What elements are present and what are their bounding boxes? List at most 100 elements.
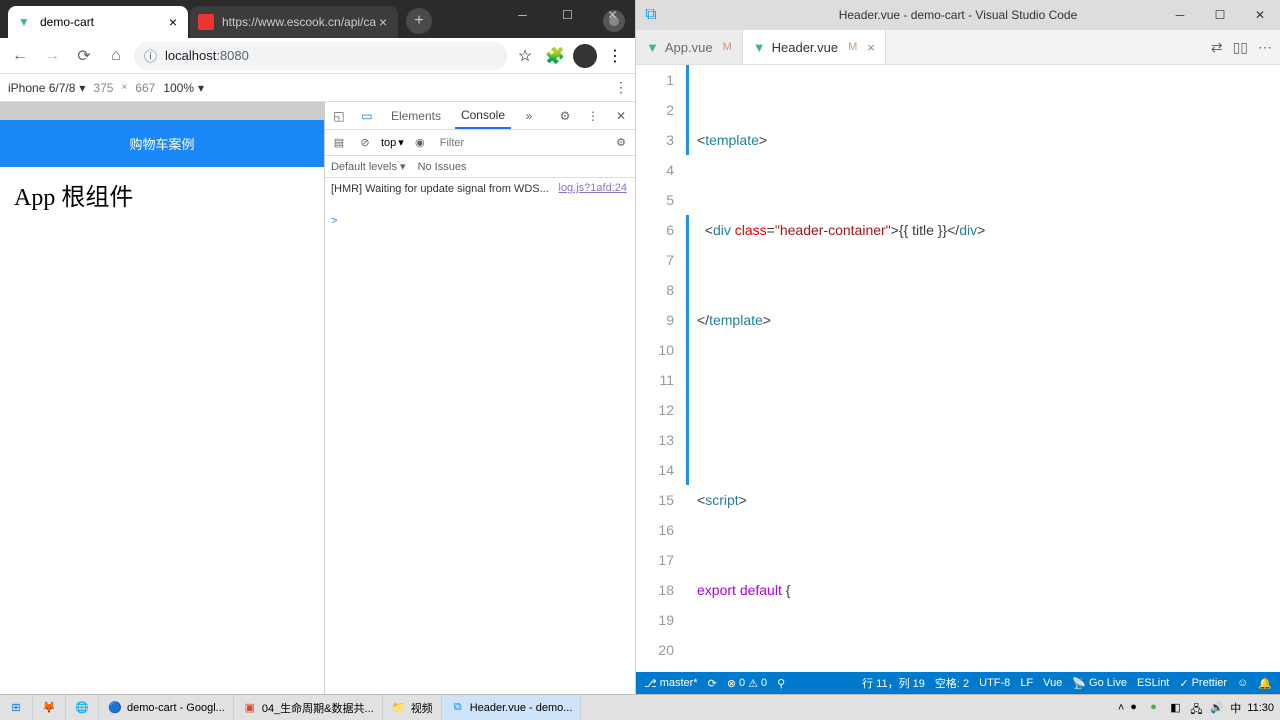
close-button[interactable]: ✕ <box>1240 0 1280 30</box>
tray-icon[interactable]: ● <box>1130 701 1144 715</box>
more-actions-icon[interactable]: ⋯ <box>1258 39 1272 56</box>
broadcast-icon: 📡 <box>1072 677 1086 690</box>
ime-indicator[interactable]: 中 <box>1230 700 1241 716</box>
go-live-button[interactable]: 📡Go Live <box>1072 677 1127 690</box>
reload-button[interactable]: ⟳ <box>70 42 98 70</box>
taskbar-app[interactable]: 🦊 <box>33 695 66 720</box>
avatar[interactable] <box>571 42 599 70</box>
context-select[interactable]: top ▾ <box>381 136 404 149</box>
console-prompt[interactable]: > <box>331 215 629 227</box>
code-content[interactable]: <template> <div class="header-container"… <box>689 65 1280 672</box>
device-width[interactable]: 375 <box>93 81 113 95</box>
split-editor-icon[interactable]: ▯▯ <box>1233 39 1248 56</box>
inspect-icon[interactable]: ◱ <box>329 106 349 126</box>
cursor-position[interactable]: 行 11，列 19 <box>862 675 925 691</box>
clear-console-icon[interactable]: ⊘ <box>355 133 375 153</box>
tray-expand-icon[interactable]: ˄ <box>1118 702 1124 714</box>
device-height[interactable]: 667 <box>135 81 155 95</box>
browser-tab-active[interactable]: ▼ demo-cart × <box>8 6 188 38</box>
feedback-icon[interactable]: ☺ <box>1237 677 1248 689</box>
indent-setting[interactable]: 空格: 2 <box>935 675 969 691</box>
tab-elements[interactable]: Elements <box>385 102 447 129</box>
vscode-statusbar: ⎇master* ⟳ ⊗0 ⚠0 ⚲ 行 11，列 19 空格: 2 UTF-8… <box>636 672 1280 694</box>
taskbar-powerpoint[interactable]: ▣04_生命周期&数据共... <box>234 695 383 720</box>
compare-icon[interactable]: ⇄ <box>1211 39 1223 56</box>
taskbar-app[interactable]: 🌐 <box>66 695 99 720</box>
system-tray: ˄ ● ● ◧ 🖧 🔊 中 11:30 <box>1118 700 1280 716</box>
line-gutter: 123456789101112131415161718192021 <box>636 65 686 672</box>
site-favicon <box>198 14 214 30</box>
tray-icon[interactable]: ● <box>1150 701 1164 715</box>
tab-console[interactable]: Console <box>455 102 511 129</box>
back-button[interactable]: ← <box>6 42 34 70</box>
sidebar-toggle-icon[interactable]: ▤ <box>329 133 349 153</box>
browser-tab-inactive[interactable]: https://www.escook.cn/api/ca × <box>190 6 398 38</box>
port-icon[interactable]: ⚲ <box>777 677 785 690</box>
chrome-toolbar: ← → ⟳ ⌂ ⓘ localhost:8080 ☆ 🧩 ⋮ <box>0 38 635 74</box>
chevron-down-icon: ▾ <box>398 136 404 149</box>
forward-button[interactable]: → <box>38 42 66 70</box>
home-button[interactable]: ⌂ <box>102 42 130 70</box>
taskbar-chrome[interactable]: 🔵demo-cart - Googl... <box>99 695 234 720</box>
console-output[interactable]: [HMR] Waiting for update signal from WDS… <box>325 178 635 694</box>
editor-tab-app[interactable]: ▼ App.vue M <box>636 30 743 64</box>
branch-icon: ⎇ <box>644 677 657 690</box>
new-tab-button[interactable]: + <box>406 8 432 34</box>
volume-icon[interactable]: 🔊 <box>1210 701 1224 715</box>
devtools-close-icon[interactable]: ✕ <box>611 106 631 126</box>
close-icon[interactable]: × <box>376 15 390 29</box>
taskbar-label: 视频 <box>411 700 433 716</box>
ppt-icon: ▣ <box>242 700 258 716</box>
notifications-icon[interactable]: 🔔 <box>1258 677 1272 690</box>
device-menu-icon[interactable]: ⋮ <box>607 74 635 102</box>
edge-icon: 🌐 <box>74 700 90 716</box>
language-mode[interactable]: Vue <box>1043 677 1062 689</box>
console-source-link[interactable]: log.js?1afd:24 <box>559 182 628 194</box>
address-bar[interactable]: ⓘ localhost:8080 <box>134 42 507 70</box>
encoding[interactable]: UTF-8 <box>979 677 1010 689</box>
url-host: localhost <box>165 48 216 63</box>
editor-tabs: ▼ App.vue M ▼ Header.vue M × ⇄ ▯▯ ⋯ <box>636 30 1280 65</box>
device-toggle-icon[interactable]: ▭ <box>357 106 377 126</box>
taskbar-folder[interactable]: 📁视频 <box>383 695 442 720</box>
vscode-logo-icon: ⧉ <box>636 0 666 30</box>
devtools-menu-icon[interactable]: ⋮ <box>583 106 603 126</box>
bookmark-icon[interactable]: ☆ <box>511 42 539 70</box>
extensions-icon[interactable]: 🧩 <box>541 42 569 70</box>
tab-filename: App.vue <box>665 40 713 55</box>
eol[interactable]: LF <box>1020 677 1033 689</box>
close-button[interactable]: ✕ <box>590 0 635 30</box>
sync-button[interactable]: ⟳ <box>708 677 717 690</box>
code-editor[interactable]: 123456789101112131415161718192021 <templ… <box>636 65 1280 672</box>
issues-label[interactable]: No Issues <box>418 161 467 173</box>
zoom-select[interactable]: 100% ▾ <box>163 81 204 95</box>
maximize-button[interactable]: ☐ <box>545 0 590 30</box>
minimize-button[interactable]: ─ <box>500 0 545 30</box>
menu-icon[interactable]: ⋮ <box>601 42 629 70</box>
device-name: iPhone 6/7/8 <box>8 81 75 95</box>
device-select[interactable]: iPhone 6/7/8 ▾ <box>8 81 85 95</box>
start-button[interactable]: ⊞ <box>0 695 33 720</box>
taskbar-vscode[interactable]: ⧉Header.vue - demo... <box>442 695 582 720</box>
vscode-titlebar: ⧉ Header.vue - demo-cart - Visual Studio… <box>636 0 1280 30</box>
git-branch[interactable]: ⎇master* <box>644 677 698 690</box>
maximize-button[interactable]: ☐ <box>1200 0 1240 30</box>
clock[interactable]: 11:30 <box>1247 702 1274 714</box>
close-icon[interactable]: × <box>166 15 180 29</box>
filter-settings-icon[interactable]: ⚙ <box>611 133 631 153</box>
zoom-value: 100% <box>163 81 194 95</box>
eslint-status[interactable]: ESLint <box>1137 677 1169 689</box>
filter-input[interactable] <box>440 137 605 149</box>
close-icon[interactable]: × <box>867 40 875 55</box>
error-icon: ⊗ <box>727 677 736 690</box>
more-tabs-icon[interactable]: » <box>519 106 539 126</box>
editor-tab-header[interactable]: ▼ Header.vue M × <box>743 30 886 64</box>
eye-icon[interactable]: ◉ <box>410 133 430 153</box>
settings-icon[interactable]: ⚙ <box>555 106 575 126</box>
network-icon[interactable]: 🖧 <box>1190 701 1204 715</box>
tray-icon[interactable]: ◧ <box>1170 701 1184 715</box>
prettier-status[interactable]: ✓Prettier <box>1179 677 1227 690</box>
minimize-button[interactable]: ─ <box>1160 0 1200 30</box>
problems-indicator[interactable]: ⊗0 ⚠0 <box>727 677 767 690</box>
levels-select[interactable]: Default levels ▾ <box>331 160 406 173</box>
